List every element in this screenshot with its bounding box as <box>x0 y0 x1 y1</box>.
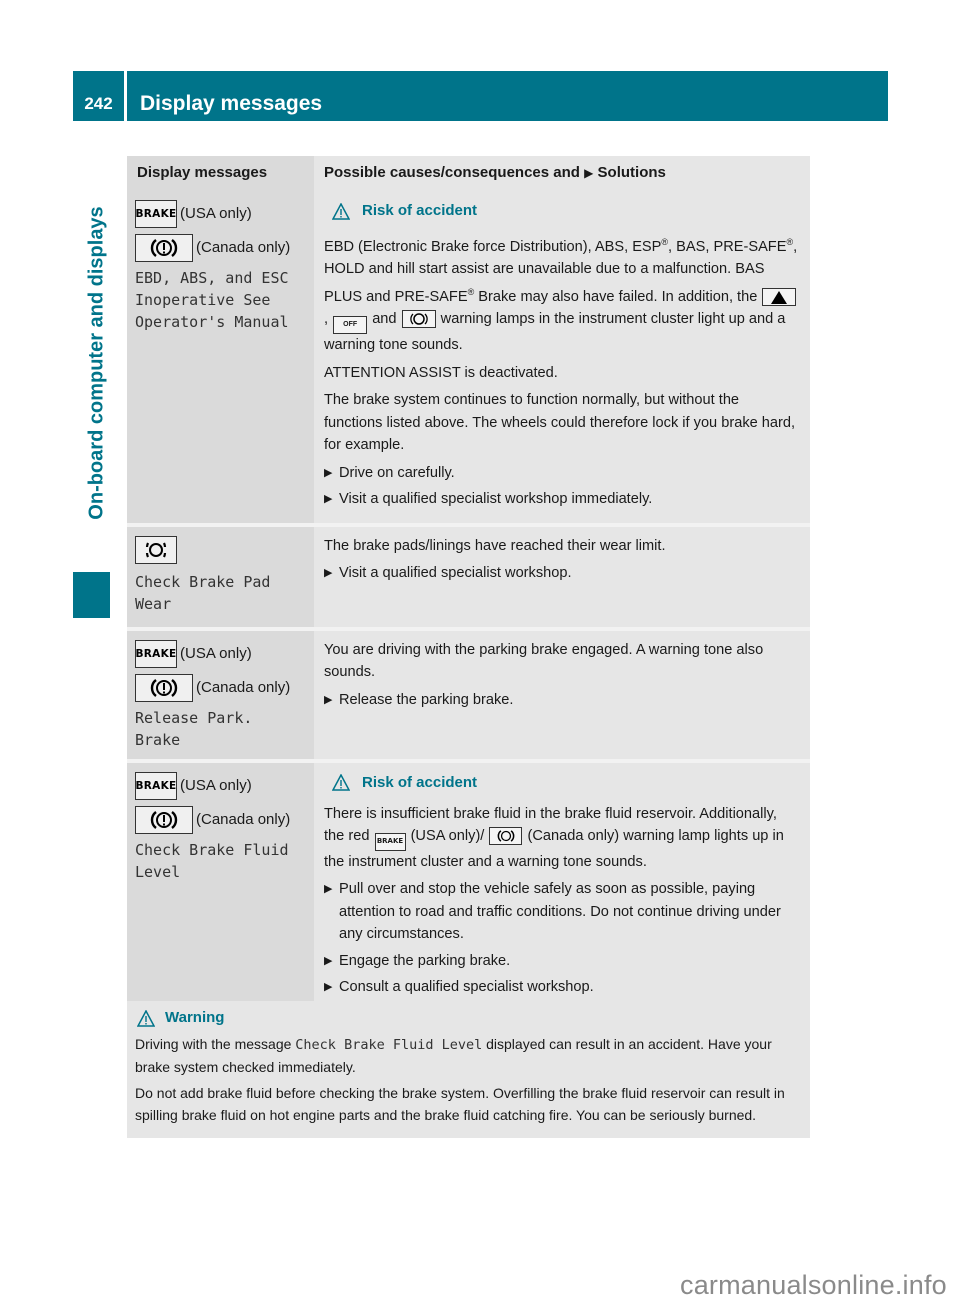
display-message-cell: Check Brake Pad Wear <box>127 522 314 629</box>
warning-paragraph: Do not add brake fluid before checking t… <box>135 1085 785 1123</box>
table-header-row: Display messages Possible causes/consequ… <box>127 156 810 191</box>
cause-paragraph: There is insufficient brake fluid in the… <box>324 805 784 870</box>
table-row: BRAKE (USA only) (Canada only) EBD, ABS,… <box>127 191 810 525</box>
display-message-cell: BRAKE (USA only) (Canada only) EBD, ABS,… <box>127 191 314 525</box>
step-arrow-icon: ▶ <box>324 954 333 967</box>
step-arrow-icon: ▶ <box>324 466 333 479</box>
display-message-cell: BRAKE (USA only) (Canada only) Release P… <box>127 626 314 761</box>
warning-notice: Warning Driving with the message Check B… <box>127 1001 810 1138</box>
causes-solutions-cell: You are driving with the parking brake e… <box>314 626 810 761</box>
lamp-canada: (Canada only) <box>135 673 305 703</box>
warning-triangle-icon <box>332 202 350 220</box>
page-title: Display messages <box>140 92 323 115</box>
header-divider <box>124 71 127 121</box>
solution-step: ▶ Visit a qualified specialist workshop. <box>324 562 801 585</box>
table-row: BRAKE (USA only) (Canada only) Release P… <box>127 626 810 761</box>
display-message-text: EBD, ABS, and ESC Inoperative See Operat… <box>135 269 289 331</box>
lamp-usa: BRAKE (USA only) <box>135 639 305 669</box>
brake-warning-lamp-icon: BRAKE <box>135 771 177 800</box>
cause-paragraph: You are driving with the parking brake e… <box>324 641 764 681</box>
lamp-usa: BRAKE (USA only) <box>135 199 305 229</box>
step-arrow-icon: ▶ <box>324 981 333 994</box>
display-message-text: Release Park. Brake <box>135 708 253 749</box>
warning-triangle-icon <box>332 774 350 792</box>
brake-warning-lamp-icon: BRAKE <box>374 832 406 851</box>
solution-arrow-icon: ▶ <box>584 166 594 181</box>
brake-warning-lamp-icon: BRAKE <box>135 200 177 228</box>
watermark: carmanualsonline.info <box>680 1270 947 1300</box>
column-header-display-messages: Display messages <box>127 156 314 191</box>
display-message-text: Check Brake Pad Wear <box>135 572 271 613</box>
display-message-reference: Check Brake Fluid Level <box>295 1037 483 1053</box>
causes-solutions-cell: Risk of accident There is insufficient b… <box>314 758 810 1038</box>
causes-solutions-cell: The brake pads/linings have reached thei… <box>314 522 810 629</box>
chapter-marker-block <box>73 572 110 618</box>
esp-warning-lamp-icon <box>762 288 797 307</box>
solution-step: ▶ Pull over and stop the vehicle safely a… <box>324 878 801 946</box>
solution-step: ▶ Drive on carefully. <box>324 462 801 485</box>
display-message-text: Check Brake Fluid Level <box>135 840 289 881</box>
brake-circle-warning-lamp-icon <box>135 234 193 262</box>
causes-solutions-cell: Risk of accident EBD (Electronic Brake f… <box>314 191 810 525</box>
cause-paragraph: The brake system continues to function n… <box>324 392 796 454</box>
cause-paragraph: EBD (Electronic Brake force Distribution… <box>324 237 798 354</box>
cause-paragraph: The brake pads/linings have reached thei… <box>324 537 666 554</box>
solution-step: ▶ Engage the parking brake. <box>324 950 801 973</box>
brake-pad-wear-icon <box>135 535 177 564</box>
display-messages-table: Display messages Possible causes/consequ… <box>127 156 810 1038</box>
risk-heading: Risk of accident <box>332 199 801 223</box>
step-arrow-icon: ▶ <box>324 693 333 706</box>
chapter-side-tab-label: On-board computer and displays <box>85 205 108 520</box>
warning-paragraph: Driving with the message Check Brake Flu… <box>135 1036 772 1075</box>
lamp-pad-wear <box>135 535 305 565</box>
warning-heading: Warning <box>135 1007 802 1029</box>
esp-off-lamp-icon: OFF <box>333 316 368 335</box>
brake-circle-warning-lamp-icon <box>135 673 193 702</box>
abs-warning-lamp-icon <box>401 310 436 329</box>
step-arrow-icon: ▶ <box>324 567 333 580</box>
solution-step: ▶ Consult a qualified specialist workshop… <box>324 976 801 999</box>
display-message-cell: BRAKE (USA only) (Canada only) Check Bra… <box>127 758 314 1038</box>
brake-circle-warning-lamp-icon <box>135 805 193 834</box>
step-arrow-icon: ▶ <box>324 493 333 506</box>
solution-step: ▶ Release the parking brake. <box>324 689 801 712</box>
lamp-usa: BRAKE (USA only) <box>135 771 305 801</box>
step-arrow-icon: ▶ <box>324 883 333 896</box>
lamp-canada: (Canada only) <box>135 805 305 835</box>
brake-warning-lamp-icon: BRAKE <box>135 639 177 668</box>
page-number: 242 <box>84 94 113 113</box>
solution-step: ▶ Visit a qualified specialist workshop i… <box>324 488 801 511</box>
column-header-causes-solutions: Possible causes/consequences and ▶ Solut… <box>314 156 810 191</box>
cause-paragraph: ATTENTION ASSIST is deactivated. <box>324 364 558 381</box>
table-row: BRAKE (USA only) (Canada only) Check Bra… <box>127 758 810 1038</box>
risk-heading: Risk of accident <box>332 771 801 795</box>
brake-circle-warning-lamp-icon <box>489 827 523 846</box>
lamp-canada: (Canada only) <box>135 233 305 263</box>
table-row: Check Brake Pad Wear The brake pads/lini… <box>127 522 810 629</box>
warning-triangle-icon <box>137 1009 155 1027</box>
chapter-side-tab: On-board computer and displays <box>82 165 112 560</box>
